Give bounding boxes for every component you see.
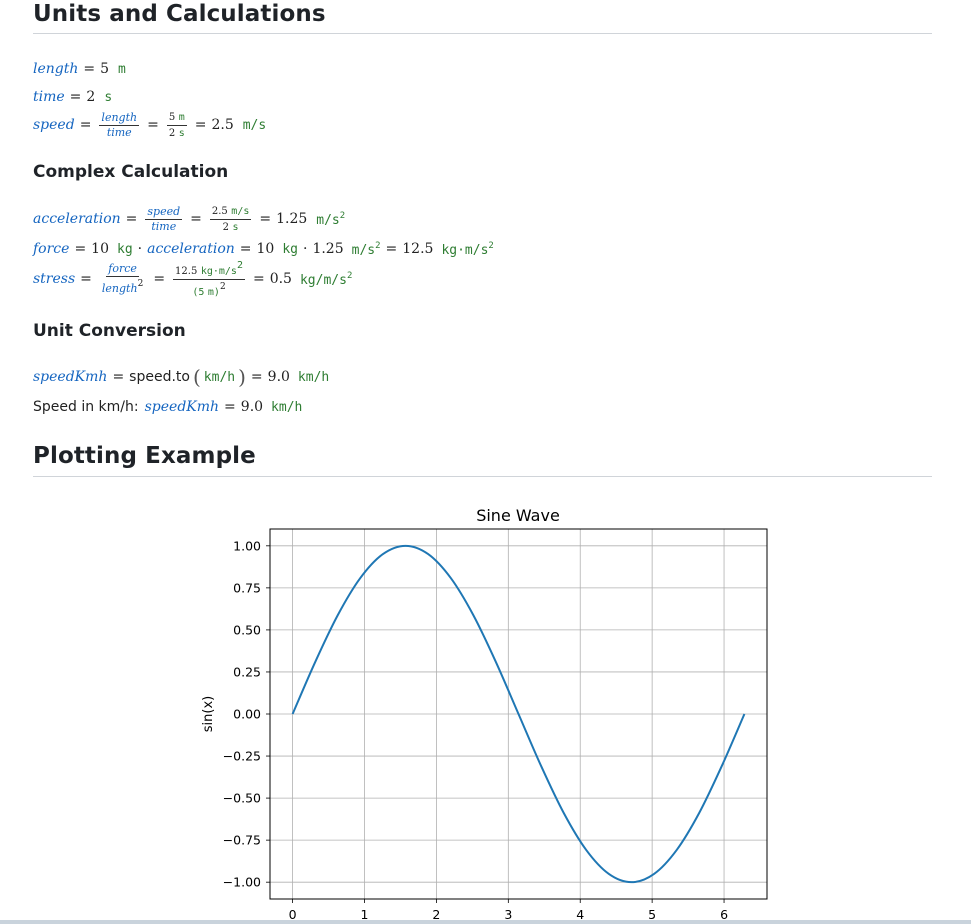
var-time: time: [33, 89, 65, 105]
unit-force: kg·m/s2: [441, 240, 494, 258]
y-axis-ticks: 1.00 0.75 0.50 0.25 0.00 −0.25 −0.50 −0.75 −1.00: [223, 538, 270, 890]
unit-length: m: [118, 61, 126, 77]
output-value: 9.0: [240, 399, 264, 415]
y-tick-label: 0.50: [233, 622, 261, 637]
output-var: speedKmh: [144, 399, 220, 415]
fraction-speed-vars: length time: [99, 110, 140, 139]
sine-wave-chart: Sine Wave 1.00 0.75 0.50 0.25 0.00 −0.25 −0.50…: [201, 506, 768, 922]
var-force: force: [33, 241, 70, 257]
eq-time: time = 2 s: [33, 89, 113, 105]
subheading-complex: Complex Calculation: [33, 162, 229, 182]
output-label: Speed in km/h:: [33, 399, 139, 415]
unit-stress: kg/m/s2: [299, 270, 353, 288]
speed-kmh-output: Speed in km/h: speedKmh = 9.0 km/h: [33, 399, 303, 415]
subheading-conversion: Unit Conversion: [33, 321, 186, 341]
value-time: 2: [86, 89, 96, 105]
result-speed: 2.5: [211, 117, 234, 133]
y-tick-label: 0.75: [233, 580, 261, 595]
conversion-expression: speed.to: [129, 369, 190, 385]
unit-time: s: [104, 89, 113, 105]
fraction-stress-values: 12.5 kg·m/s2 (5 m)2: [173, 259, 245, 298]
chart-title: Sine Wave: [476, 506, 560, 525]
result-force: 12.5: [402, 241, 434, 257]
section-heading-plotting: Plotting Example: [33, 441, 932, 477]
y-tick-label: −0.25: [223, 749, 261, 764]
unit-speed-kmh: km/h: [297, 369, 330, 385]
unit-speed: m/s: [242, 117, 267, 133]
y-tick-label: −1.00: [223, 875, 261, 890]
value-length: 5: [100, 61, 110, 77]
var-speed-kmh: speedKmh: [33, 369, 108, 385]
fraction-acceleration-vars: speed time: [145, 204, 183, 233]
y-tick-label: 0.00: [233, 707, 261, 722]
eq-acceleration: acceleration = speed time = 2.5 m/s 2 s …: [33, 204, 346, 233]
var-stress: stress: [33, 271, 76, 287]
y-tick-label: 0.25: [233, 664, 261, 679]
output-unit: km/h: [271, 399, 303, 415]
unit-acceleration: m/s2: [316, 210, 346, 228]
eq-force: force = 10 kg · acceleration = 10 kg · 1…: [33, 240, 494, 258]
var-speed: speed: [33, 117, 75, 133]
result-stress: 0.5: [269, 271, 292, 287]
y-tick-label: −0.50: [223, 791, 261, 806]
bottom-scrollbar-edge: [0, 920, 971, 924]
conversion-arg-unit: km/h: [203, 369, 236, 385]
fraction-acceleration-values: 2.5 m/s 2 s: [209, 205, 252, 233]
eq-speed: speed = length time = 5 m 2 s = 2.5 m/s: [33, 110, 267, 139]
y-tick-label: 1.00: [233, 538, 261, 553]
eq-speed-kmh: speedKmh = speed.to ( km/h ) = 9.0 km/h: [33, 365, 330, 389]
fraction-stress-vars: force length2: [101, 262, 144, 295]
var-acceleration: acceleration: [33, 211, 121, 227]
var-length: length: [33, 61, 79, 77]
result-speed-kmh: 9.0: [267, 369, 290, 385]
x-axis-ticks: 0123456: [289, 899, 728, 922]
y-axis-label: sin(x): [201, 696, 216, 732]
result-acceleration: 1.25: [276, 211, 308, 227]
eq-stress: stress = force length2 = 12.5 kg·m/s2 (5…: [33, 259, 353, 298]
fraction-speed-values: 5 m 2 s: [166, 111, 187, 139]
section-heading-units: Units and Calculations: [33, 0, 932, 34]
eq-length: length = 5 m: [33, 61, 126, 77]
y-tick-label: −0.75: [223, 833, 261, 848]
